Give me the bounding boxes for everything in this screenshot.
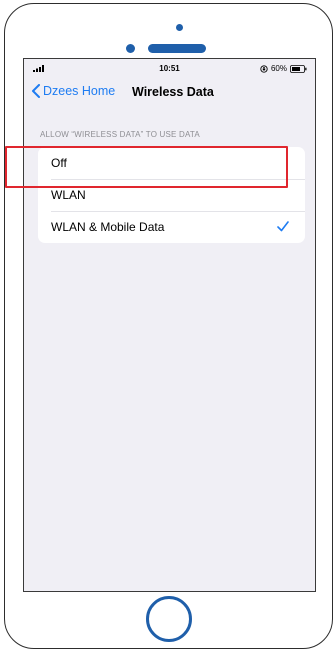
- options-list: Off WLAN WLAN & Mobile Data: [38, 147, 305, 243]
- sensor-dot: [176, 24, 183, 31]
- page-title: Wireless Data: [132, 85, 214, 99]
- option-label: WLAN & Mobile Data: [51, 220, 165, 234]
- screen: 10:51 60% Dzees Home Wireless Data ALLOW…: [23, 58, 316, 592]
- chevron-left-icon: [32, 84, 40, 98]
- battery-icon: [290, 64, 307, 73]
- option-wlan[interactable]: WLAN: [38, 179, 305, 211]
- status-bar: 10:51 60%: [24, 59, 315, 79]
- checkmark-icon: [277, 221, 289, 232]
- rotation-lock-icon: [260, 64, 268, 73]
- home-button[interactable]: [146, 596, 192, 642]
- back-button[interactable]: Dzees Home: [31, 84, 115, 98]
- earpiece-speaker: [148, 44, 206, 53]
- battery-percent: 60%: [270, 64, 287, 73]
- option-label: Off: [51, 156, 67, 170]
- navigation-bar: Dzees Home Wireless Data: [24, 81, 315, 105]
- option-off[interactable]: Off: [38, 147, 305, 179]
- front-camera: [126, 44, 135, 53]
- status-right: 60%: [260, 64, 307, 73]
- section-header: ALLOW “WIRELESS DATA” TO USE DATA: [40, 130, 200, 139]
- option-wlan-mobile-data[interactable]: WLAN & Mobile Data: [38, 211, 305, 243]
- back-button-label: Dzees Home: [43, 84, 116, 98]
- option-label: WLAN: [51, 188, 86, 202]
